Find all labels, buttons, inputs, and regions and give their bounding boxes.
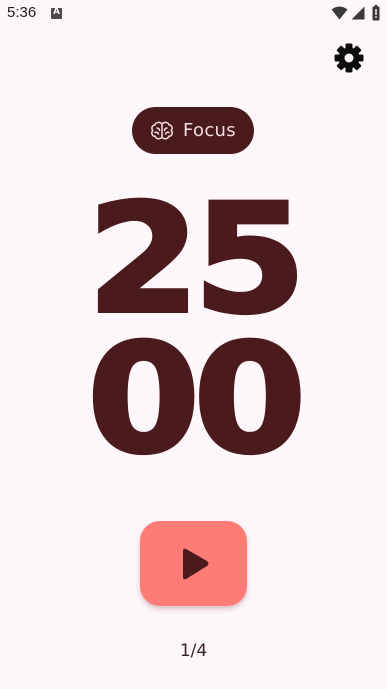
status-time: 5:36 [7,4,37,21]
mode-chip[interactable]: Focus [132,107,254,154]
play-button[interactable] [140,521,247,606]
status-bar: 5:36 A [0,0,387,28]
signal-icon [351,6,365,20]
gear-icon[interactable] [333,42,365,74]
battery-icon [372,5,380,21]
a-icon: A [51,7,62,19]
wifi-icon [331,6,348,20]
mode-label: Focus [183,120,236,141]
timer-seconds: 00 [85,313,308,487]
session-counter: 1/4 [179,641,208,661]
brain-icon [151,121,173,139]
timer-minutes: 25 [85,173,308,347]
play-icon [182,548,208,579]
timer-display: 25 00 [0,173,387,487]
